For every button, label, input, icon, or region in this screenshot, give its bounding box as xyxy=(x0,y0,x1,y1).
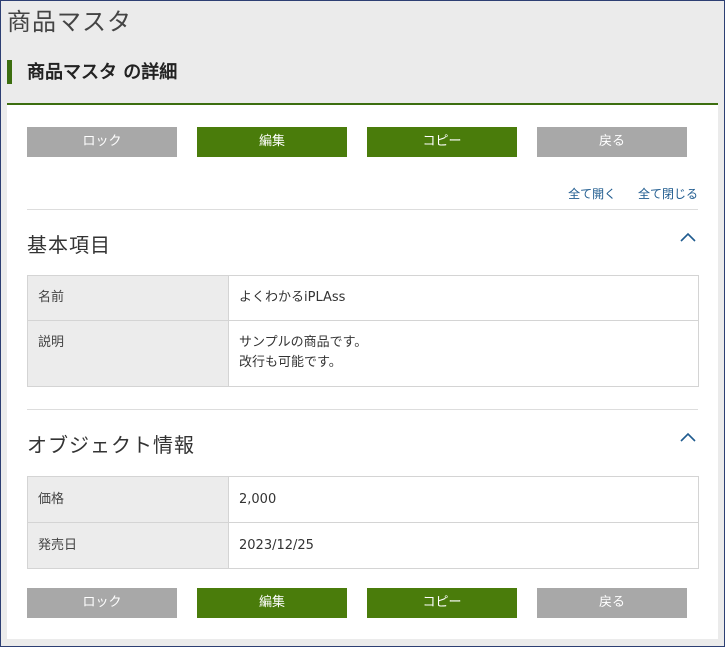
section-divider xyxy=(27,409,698,410)
section-divider xyxy=(27,209,698,210)
section-title-basic: 基本項目 xyxy=(27,233,111,257)
table-row: 価格 2,000 xyxy=(27,476,699,523)
back-button[interactable]: 戻る xyxy=(537,127,687,157)
table-row: 発売日 2023/12/25 xyxy=(27,522,699,569)
field-value-description: サンプルの商品です。 改行も可能です。 xyxy=(239,335,368,370)
collapse-all-link[interactable]: 全て閉じる xyxy=(638,187,698,201)
table-row: 名前 よくわかるiPLAss xyxy=(27,275,699,321)
section-title-object-info: オブジェクト情報 xyxy=(27,433,195,457)
object-info-table: 価格 2,000 発売日 2023/12/25 xyxy=(27,476,699,569)
copy-button[interactable]: コピー xyxy=(367,127,517,157)
field-label-name: 名前 xyxy=(27,275,229,321)
page-title-accent-bar xyxy=(7,60,12,84)
field-value-release-date: 2023/12/25 xyxy=(228,522,699,569)
edit-button[interactable]: 編集 xyxy=(197,127,347,157)
field-value-price: 2,000 xyxy=(228,476,699,523)
section-toggle-links: 全て開く 全て閉じる xyxy=(550,185,698,202)
page-title: 商品マスタ の詳細 xyxy=(27,62,178,83)
field-label-release-date: 発売日 xyxy=(27,522,229,569)
table-row: 説明 サンプルの商品です。 改行も可能です。 xyxy=(27,320,699,387)
app-title: 商品マスタ xyxy=(7,8,132,36)
lock-button[interactable]: ロック xyxy=(27,127,177,157)
lock-button[interactable]: ロック xyxy=(27,588,177,618)
basic-fields-table: 名前 よくわかるiPLAss 説明 サンプルの商品です。 改行も可能です。 xyxy=(27,275,699,387)
chevron-up-icon[interactable] xyxy=(678,228,698,248)
top-action-bar: ロック 編集 コピー 戻る xyxy=(27,127,687,157)
field-value-name: よくわかるiPLAss xyxy=(228,275,699,321)
back-button[interactable]: 戻る xyxy=(537,588,687,618)
field-label-description: 説明 xyxy=(27,320,229,387)
copy-button[interactable]: コピー xyxy=(367,588,517,618)
field-label-price: 価格 xyxy=(27,476,229,523)
bottom-action-bar: ロック 編集 コピー 戻る xyxy=(27,588,687,618)
edit-button[interactable]: 編集 xyxy=(197,588,347,618)
detail-content-panel: ロック 編集 コピー 戻る 全て開く 全て閉じる 基本項目 名前 よくわかるiP… xyxy=(7,103,718,639)
chevron-up-icon[interactable] xyxy=(678,428,698,448)
expand-all-link[interactable]: 全て開く xyxy=(568,187,616,201)
